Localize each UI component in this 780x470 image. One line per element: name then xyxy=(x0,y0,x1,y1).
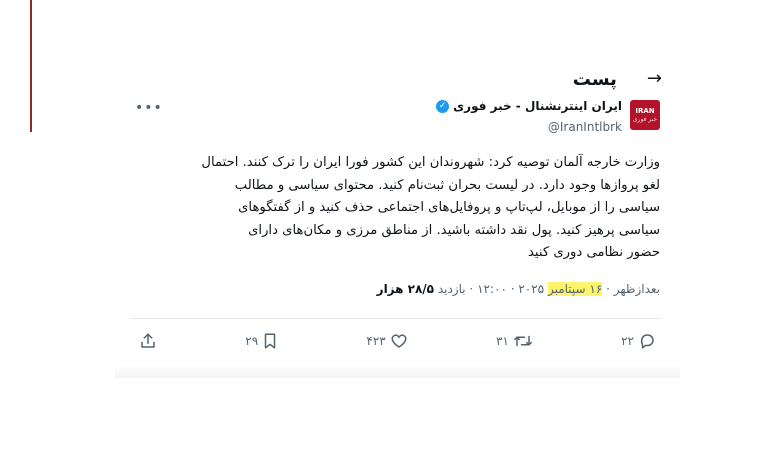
repost-count: ۳۱ xyxy=(495,334,509,348)
post-card: → پست IRAN خبر فوری ایران اینترنشنال - خ… xyxy=(115,58,680,378)
share-icon xyxy=(141,333,155,348)
post-text: وزارت خارجه آلمان توصیه کرد: شهروندان ای… xyxy=(201,155,660,261)
author-handle[interactable]: @IranIntlbrk xyxy=(548,120,622,134)
views-label: · بازدید xyxy=(437,282,474,296)
verified-badge-icon: ✓ xyxy=(436,99,450,113)
heart-icon xyxy=(391,334,407,348)
top-bar: → پست xyxy=(573,64,662,94)
author-name-row: ایران اینترنشنال - خبر فوری ✓ xyxy=(436,99,622,113)
bookmark-icon xyxy=(264,333,276,349)
repost-icon xyxy=(513,335,532,347)
avatar-logo-text: IRAN xyxy=(635,106,655,115)
post-meta: بعدازظهر · ۱۶ سپتامبر ۲۰۲۵ · ۱۲:۰۰ · باز… xyxy=(131,282,660,296)
avatar[interactable]: IRAN خبر فوری xyxy=(630,100,660,130)
bookmark-button[interactable]: ۲۹ xyxy=(245,332,278,350)
views-count: ۲۸/۵ هزار xyxy=(376,282,434,296)
divider xyxy=(131,318,660,319)
reply-icon xyxy=(640,334,654,349)
action-bar: ۲۲ ۳۱ ۴۲۳ ۲۹ xyxy=(139,328,656,354)
page-title: پست xyxy=(572,68,617,90)
post-time[interactable]: ۲۰۲۵ · ۱۲:۰۰ xyxy=(477,282,544,296)
accent-line xyxy=(30,0,32,132)
like-count: ۴۲۳ xyxy=(366,334,386,348)
like-button[interactable]: ۴۲۳ xyxy=(366,332,407,350)
share-button[interactable] xyxy=(139,332,157,350)
repost-button[interactable]: ۳۱ xyxy=(496,332,533,350)
more-options-icon[interactable]: ••• xyxy=(135,100,163,116)
reply-count: ۲۲ xyxy=(621,334,634,348)
author-display-name[interactable]: ایران اینترنشنال - خبر فوری xyxy=(453,99,622,113)
back-arrow-icon[interactable]: → xyxy=(647,70,662,88)
bookmark-count: ۲۹ xyxy=(245,334,259,348)
avatar-logo-subtext: خبر فوری xyxy=(632,115,658,123)
post-time-period: بعدازظهر · xyxy=(606,282,660,296)
reply-button[interactable]: ۲۲ xyxy=(621,332,656,350)
post-date-highlighted[interactable]: ۱۶ سپتامبر xyxy=(547,282,603,296)
